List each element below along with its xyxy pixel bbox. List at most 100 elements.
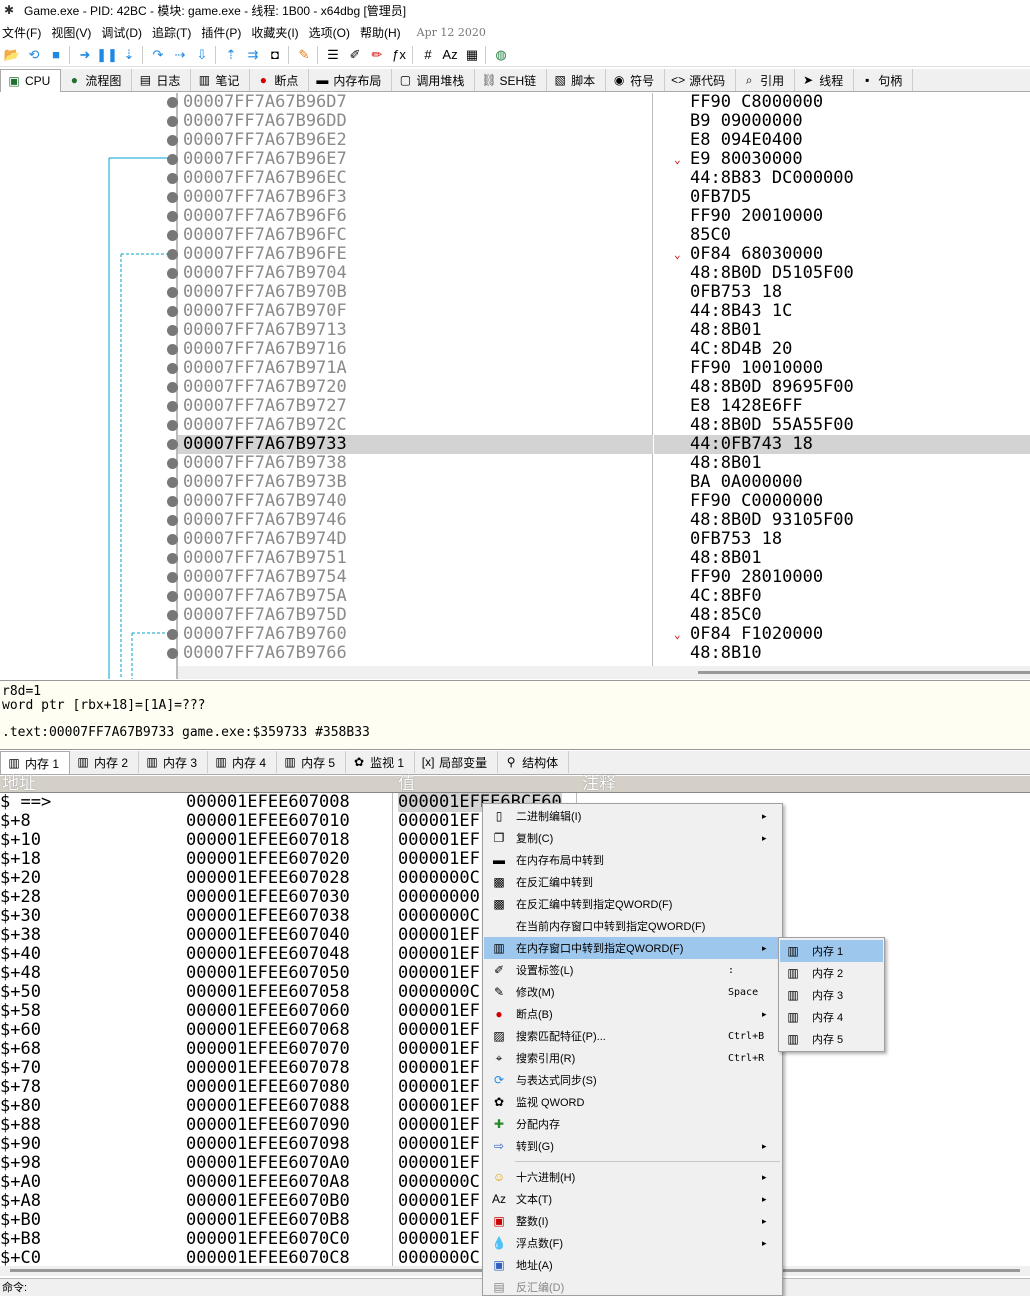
disasm-bytes-row[interactable]: 48:8B0D 89695F00 bbox=[654, 378, 1030, 397]
tab-top_tabs-8[interactable]: ▧ 脚本 bbox=[547, 69, 607, 91]
tab-bottom_tabs-0[interactable]: ▥ 内存 1 bbox=[0, 751, 71, 774]
label-button[interactable]: ✐ bbox=[345, 45, 365, 65]
disasm-address-row[interactable]: 00007FF7A67B96DD bbox=[178, 112, 653, 131]
disasm-bytes-row[interactable]: 0FB753 18 bbox=[654, 283, 1030, 302]
breakpoint-slot[interactable] bbox=[167, 154, 178, 165]
disasm-address-row[interactable]: 00007FF7A67B9746 bbox=[178, 511, 653, 530]
disasm-bytes-row[interactable]: FF90 20010000 bbox=[654, 207, 1030, 226]
strings-button[interactable]: Aᴢ bbox=[440, 45, 460, 65]
breakpoint-slot[interactable] bbox=[167, 287, 178, 298]
breakpoint-slot[interactable] bbox=[167, 268, 178, 279]
breakpoint-slot[interactable] bbox=[167, 439, 178, 450]
disasm-bytes-row[interactable]: 4C:8BF0 bbox=[654, 587, 1030, 606]
disasm-bytes-row[interactable]: 48:8B0D D5105F00 bbox=[654, 264, 1030, 283]
breakpoint-slot[interactable] bbox=[167, 420, 178, 431]
breakpoint-slot[interactable] bbox=[167, 211, 178, 222]
context-menu-item[interactable]: 💧 浮点数(F) ▸ bbox=[484, 1232, 781, 1254]
breakpoint-slot[interactable] bbox=[167, 477, 178, 488]
tab-bottom_tabs-2[interactable]: ▥ 内存 3 bbox=[139, 751, 209, 773]
disasm-address-row[interactable]: 00007FF7A67B974D bbox=[178, 530, 653, 549]
context-menu-item[interactable]: Aᴢ 文本(T) ▸ bbox=[484, 1188, 781, 1210]
menu-item[interactable]: 视图(V) bbox=[49, 24, 99, 41]
run-to-user-code-button[interactable]: ⇉ bbox=[243, 45, 263, 65]
context-menu-item[interactable]: ● 断点(B) ▸ bbox=[484, 1003, 781, 1025]
step-over-button[interactable]: ↷ bbox=[148, 45, 168, 65]
disasm-bytes-row[interactable]: 48:8B01 bbox=[654, 549, 1030, 568]
breakpoint-slot[interactable] bbox=[167, 173, 178, 184]
breakpoint-slot[interactable] bbox=[167, 496, 178, 507]
disasm-address-row[interactable]: 00007FF7A67B9754 bbox=[178, 568, 653, 587]
hash-button[interactable]: # bbox=[418, 45, 438, 65]
disasm-bytes-row[interactable]: ⌄ E9 80030000 bbox=[654, 150, 1030, 169]
context-menu-item[interactable]: ▣ 地址(A) bbox=[484, 1254, 781, 1276]
menu-item[interactable]: 选项(O) bbox=[307, 24, 358, 41]
globe-button[interactable]: ◍ bbox=[491, 45, 511, 65]
tab-bottom_tabs-7[interactable]: ⚲ 结构体 bbox=[498, 751, 570, 773]
context-menu-item[interactable]: ✐ 设置标签(L): bbox=[484, 959, 781, 981]
disasm-address-row[interactable]: 00007FF7A67B9740 bbox=[178, 492, 653, 511]
tab-top_tabs-10[interactable]: <> 源代码 bbox=[665, 69, 737, 91]
menu-item[interactable]: 调试(D) bbox=[99, 24, 150, 41]
disasm-bytes-row[interactable]: BA 0A000000 bbox=[654, 473, 1030, 492]
disasm-bytes-row[interactable]: 48:8B0D 93105F00 bbox=[654, 511, 1030, 530]
menu-item[interactable]: 文件(F) bbox=[0, 24, 49, 41]
disasm-address-row[interactable]: 00007FF7A67B972C bbox=[178, 416, 653, 435]
disasm-address-row[interactable]: 00007FF7A67B9751 bbox=[178, 549, 653, 568]
disasm-bytes-row[interactable]: FF90 10010000 bbox=[654, 359, 1030, 378]
submenu-item-memory-4[interactable]: ▥ 内存 4 bbox=[780, 1006, 883, 1028]
disasm-bytes-row[interactable]: 4C:8D4B 20 bbox=[654, 340, 1030, 359]
breakpoint-slot[interactable] bbox=[167, 363, 178, 374]
context-menu-item[interactable]: ❐ 复制(C) ▸ bbox=[484, 827, 781, 849]
breakpoint-slot[interactable] bbox=[167, 344, 178, 355]
disasm-address-row[interactable]: 00007FF7A67B970B bbox=[178, 283, 653, 302]
context-menu-item[interactable]: ▩ 在反汇编中转到指定QWORD(F) bbox=[484, 893, 781, 915]
breakpoint-slot[interactable] bbox=[167, 116, 178, 127]
tab-top_tabs-4[interactable]: ● 断点 bbox=[250, 69, 310, 91]
breakpoint-slot[interactable] bbox=[167, 515, 178, 526]
breakpoint-slot[interactable] bbox=[167, 610, 178, 621]
disasm-address-row[interactable]: 00007FF7A67B9720 bbox=[178, 378, 653, 397]
tab-bottom_tabs-1[interactable]: ▥ 内存 2 bbox=[70, 751, 140, 773]
menu-item[interactable]: 帮助(H) bbox=[358, 24, 409, 41]
disasm-address-row[interactable]: 00007FF7A67B9760 bbox=[178, 625, 653, 644]
breakpoint-slot[interactable] bbox=[167, 572, 178, 583]
disasm-address-row[interactable]: 00007FF7A67B9738 bbox=[178, 454, 653, 473]
breakpoint-slot[interactable] bbox=[167, 534, 178, 545]
disasm-horizontal-scrollbar[interactable] bbox=[178, 666, 1030, 679]
tab-bottom_tabs-4[interactable]: ▥ 内存 5 bbox=[277, 751, 347, 773]
disasm-address-row[interactable]: 00007FF7A67B9766 bbox=[178, 644, 653, 663]
scylla-button[interactable]: ◘ bbox=[265, 45, 285, 65]
tab-top_tabs-12[interactable]: ➤ 线程 bbox=[795, 69, 855, 91]
tab-bottom_tabs-3[interactable]: ▥ 内存 4 bbox=[208, 751, 278, 773]
disasm-address-row[interactable]: 00007FF7A67B96E7 bbox=[178, 150, 653, 169]
disasm-bytes-row[interactable]: 48:85C0 bbox=[654, 606, 1030, 625]
disasm-address-row[interactable]: 00007FF7A67B96E2 bbox=[178, 131, 653, 150]
disasm-address-row[interactable]: 00007FF7A67B975D bbox=[178, 606, 653, 625]
trace-into-button[interactable]: ⇢ bbox=[170, 45, 190, 65]
tab-top_tabs-5[interactable]: ▬ 内存布局 bbox=[309, 69, 393, 91]
breakpoint-slot[interactable] bbox=[167, 458, 178, 469]
disasm-address-row[interactable]: 00007FF7A67B96FC bbox=[178, 226, 653, 245]
tab-top_tabs-6[interactable]: ▢ 调用堆栈 bbox=[392, 69, 476, 91]
breakpoint-slot[interactable] bbox=[167, 249, 178, 260]
disasm-bytes-row[interactable]: ⌄ 0F84 F1020000 bbox=[654, 625, 1030, 644]
tab-top_tabs-0[interactable]: ▣ CPU bbox=[0, 69, 62, 92]
disasm-bytes-row[interactable]: 44:8B43 1C bbox=[654, 302, 1030, 321]
disasm-address-row[interactable]: 00007FF7A67B9733 bbox=[178, 435, 653, 454]
context-menu-item[interactable]: ✿ 监视 QWORD bbox=[484, 1091, 781, 1113]
disasm-address-row[interactable]: 00007FF7A67B9704 bbox=[178, 264, 653, 283]
breakpoint-slot[interactable] bbox=[167, 553, 178, 564]
function-button[interactable]: ƒx bbox=[389, 45, 409, 65]
run-button[interactable]: ➜ bbox=[75, 45, 95, 65]
trace-over-button[interactable]: ⇩ bbox=[192, 45, 212, 65]
context-menu-item[interactable]: ⟳ 与表达式同步(S) bbox=[484, 1069, 781, 1091]
disasm-bytes-row[interactable]: 48:8B01 bbox=[654, 321, 1030, 340]
tab-top_tabs-11[interactable]: ⌕ 引用 bbox=[736, 69, 796, 91]
tab-bottom_tabs-5[interactable]: ✿ 监视 1 bbox=[346, 751, 416, 773]
submenu-item-memory-2[interactable]: ▥ 内存 2 bbox=[780, 962, 883, 984]
breakpoint-slot[interactable] bbox=[167, 401, 178, 412]
restart-button[interactable]: ⟲ bbox=[24, 45, 44, 65]
bookmark-button[interactable]: ✏ bbox=[367, 45, 387, 65]
disasm-bytes-row[interactable]: 0FB7D5 bbox=[654, 188, 1030, 207]
context-menu-item[interactable]: ⌖ 搜索引用(R) Ctrl+R bbox=[484, 1047, 781, 1069]
